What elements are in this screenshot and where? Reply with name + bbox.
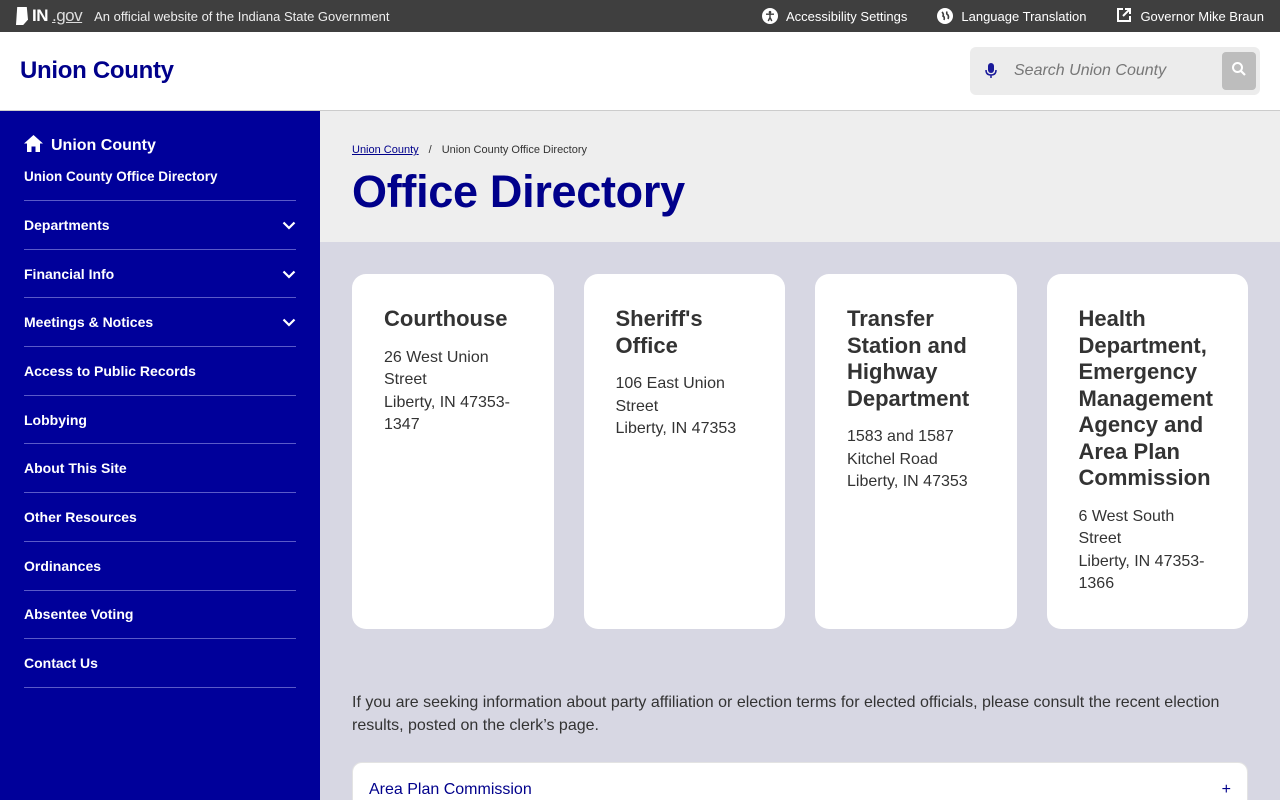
- in-gov-logo[interactable]: IN .gov: [16, 6, 83, 26]
- logo-gov-text: .gov: [52, 6, 83, 25]
- sidebar-item-label: Meetings & Notices: [24, 314, 154, 331]
- sidebar-item-other-resources[interactable]: Other Resources: [24, 493, 296, 542]
- office-card-city: Liberty, IN 47353: [615, 420, 737, 437]
- office-card-sheriff: Sheriff's Office 106 East Union Street L…: [583, 274, 785, 629]
- accessibility-settings-link[interactable]: Accessibility Settings: [762, 8, 907, 24]
- office-card-transfer-station: Transfer Station and Highway Department …: [815, 274, 1017, 629]
- gov-bar: IN .gov An official website of the Indian…: [0, 0, 1280, 32]
- office-card-city: Liberty, IN 47353-1347: [384, 393, 510, 434]
- sidebar-item-absentee-voting[interactable]: Absentee Voting: [24, 591, 296, 640]
- site-header: Union County: [0, 32, 1280, 111]
- globe-icon: [937, 8, 954, 24]
- accessibility-settings-label: Accessibility Settings: [786, 8, 908, 24]
- sidebar-item-public-records[interactable]: Access to Public Records: [24, 347, 296, 396]
- office-card-address: 6 West South Street: [1078, 507, 1175, 548]
- accordion-label: Area Plan Commission: [369, 781, 532, 798]
- sidebar-item-office-directory[interactable]: Union County Office Directory: [24, 165, 296, 201]
- sidebar-item-label: Access to Public Records: [24, 362, 196, 379]
- plus-icon[interactable]: +: [1222, 781, 1231, 800]
- chevron-down-icon[interactable]: [282, 217, 296, 233]
- microphone-icon[interactable]: [984, 62, 998, 80]
- sidebar-item-financial-info[interactable]: Financial Info: [24, 250, 296, 299]
- sidebar-home-label: Union County: [51, 137, 156, 154]
- sidebar-item-about[interactable]: About This Site: [24, 444, 296, 494]
- sidebar-item-label: Financial Info: [24, 265, 115, 282]
- gov-bar-links: Accessibility Settings Language Translat…: [762, 7, 1264, 26]
- indiana-state-icon: [16, 7, 28, 25]
- governor-label: Governor Mike Braun: [1140, 8, 1264, 24]
- sidebar-nav: Union County Union County Office Directo…: [0, 111, 320, 800]
- office-card-health-department: Health Department, Emergency Management …: [1046, 274, 1248, 629]
- official-website-text: An official website of the Indiana State…: [94, 8, 390, 24]
- sidebar-item-departments[interactable]: Departments: [24, 201, 296, 250]
- breadcrumb: Union County / Union County Office Direc…: [352, 144, 1248, 156]
- breadcrumb-current: Union County Office Directory: [441, 144, 588, 156]
- sidebar-item-ordinances[interactable]: Ordinances: [24, 542, 296, 591]
- language-translation-label: Language Translation: [961, 8, 1087, 24]
- language-translation-link[interactable]: Language Translation: [937, 8, 1086, 24]
- search-icon: [1231, 61, 1247, 82]
- office-card-title: Health Department, Emergency Management …: [1078, 306, 1213, 490]
- home-icon: [24, 135, 43, 157]
- search-button[interactable]: [1222, 52, 1256, 90]
- office-card-city: Liberty, IN 47353-1366: [1078, 552, 1205, 593]
- office-card-courthouse: Courthouse 26 West Union Street Liberty,…: [352, 274, 554, 629]
- office-card-title: Sheriff's Office: [615, 306, 703, 358]
- sidebar-item-label: Other Resources: [24, 508, 137, 525]
- sidebar-home-link[interactable]: Union County: [24, 135, 296, 165]
- page-header: Union County / Union County Office Direc…: [320, 111, 1280, 242]
- chevron-down-icon[interactable]: [282, 266, 296, 282]
- sidebar-item-label: About This Site: [24, 460, 127, 477]
- sidebar-item-label: Departments: [24, 216, 110, 233]
- sidebar-item-lobbying[interactable]: Lobbying: [24, 396, 296, 445]
- logo-in-text: IN: [32, 6, 49, 25]
- office-card-city: Liberty, IN 47353: [847, 473, 968, 490]
- office-card-title: Courthouse: [384, 306, 508, 331]
- sidebar-item-label: Absentee Voting: [24, 606, 134, 623]
- office-cards: Courthouse 26 West Union Street Liberty,…: [352, 274, 1248, 629]
- office-card-title: Transfer Station and Highway Department: [847, 306, 970, 411]
- office-card-address: 26 West Union Street: [384, 348, 489, 389]
- accordion-area-plan-commission[interactable]: Area Plan Commission +: [352, 762, 1248, 800]
- sidebar-item-label: Lobbying: [24, 411, 87, 428]
- sidebar-item-label: Contact Us: [24, 655, 98, 672]
- election-info-text: If you are seeking information about par…: [352, 694, 1220, 734]
- breadcrumb-home-link[interactable]: Union County: [352, 144, 419, 156]
- accessibility-icon: [762, 8, 778, 24]
- search-input[interactable]: [1014, 62, 1222, 80]
- governor-link[interactable]: Governor Mike Braun: [1116, 7, 1264, 26]
- site-title[interactable]: Union County: [20, 57, 174, 85]
- external-link-icon: [1116, 7, 1132, 26]
- sidebar-item-contact-us[interactable]: Contact Us: [24, 639, 296, 688]
- office-card-address: 1583 and 1587 Kitchel Road: [847, 428, 954, 468]
- sidebar-item-label: Ordinances: [24, 557, 102, 574]
- page-title: Office Directory: [352, 166, 685, 217]
- search-bar: [970, 47, 1260, 95]
- office-card-address: 106 East Union Street: [615, 375, 725, 415]
- chevron-down-icon[interactable]: [282, 314, 296, 330]
- sidebar-item-meetings-notices[interactable]: Meetings & Notices: [24, 298, 296, 348]
- breadcrumb-separator: /: [428, 144, 432, 156]
